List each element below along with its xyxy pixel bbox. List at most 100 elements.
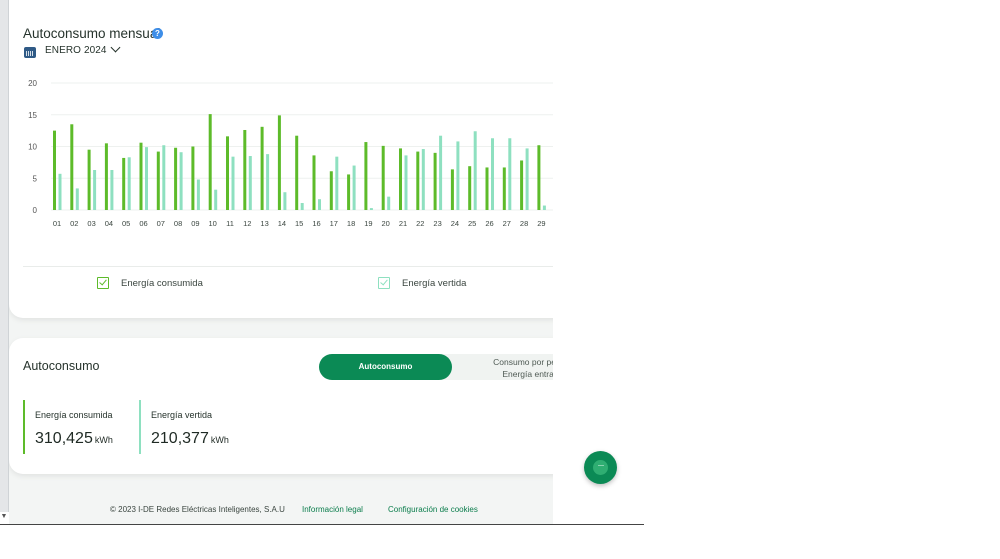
x-tick-label: 14 bbox=[278, 219, 286, 228]
stat-number: 210,377 bbox=[151, 430, 209, 447]
x-tick-label: 17 bbox=[330, 219, 338, 228]
tab-label-line1: Consumo por periodo bbox=[493, 357, 553, 367]
bar-consumed bbox=[226, 136, 229, 210]
x-tick-label: 10 bbox=[209, 219, 217, 228]
month-label: ENERO 2024 bbox=[45, 45, 107, 56]
x-tick-label: 11 bbox=[226, 219, 234, 228]
x-tick-label: 07 bbox=[157, 219, 165, 228]
bar-consumed bbox=[433, 152, 437, 210]
stat-exported: Energía vertida 210,377 kWh bbox=[139, 400, 229, 454]
bar-chart: 0510152001 02 03 04 05 06 07 08 09 10 11 12 13 14 15 16… bbox=[28, 79, 553, 228]
page-bottom-border bbox=[0, 524, 644, 525]
help-icon[interactable]: ? bbox=[152, 28, 163, 39]
bar-consumed bbox=[122, 157, 126, 210]
x-tick-label: 12 bbox=[243, 219, 251, 228]
x-tick-label: 03 bbox=[87, 219, 95, 228]
bar-consumed bbox=[260, 126, 264, 210]
legend-label-exported: Energía vertida bbox=[402, 277, 467, 289]
y-tick-label: 5 bbox=[33, 174, 38, 183]
y-tick-label: 15 bbox=[28, 111, 37, 120]
divider bbox=[23, 266, 553, 267]
bar-consumed bbox=[416, 151, 420, 210]
bar-exported bbox=[127, 157, 131, 210]
bar-exported bbox=[145, 147, 148, 210]
chat-button[interactable]: ··· bbox=[584, 451, 617, 484]
bar-consumed bbox=[364, 142, 368, 210]
stat-unit: kWh bbox=[210, 435, 229, 445]
x-tick-label: 16 bbox=[312, 219, 320, 228]
x-tick-label: 28 bbox=[520, 219, 528, 228]
legend-toggle-exported[interactable]: Energía vertida bbox=[378, 277, 466, 289]
x-tick-label: 20 bbox=[382, 219, 390, 228]
bar-consumed bbox=[312, 155, 316, 210]
y-tick-label: 10 bbox=[28, 143, 37, 152]
bar-consumed bbox=[191, 146, 195, 210]
tab-consumption-by-period[interactable]: Consumo por periodo Energía entrante bbox=[474, 356, 553, 380]
scroll-down-arrow-icon[interactable]: ▼ bbox=[0, 512, 8, 522]
bar-consumed bbox=[208, 114, 212, 210]
bar-consumed bbox=[502, 167, 506, 210]
bar-consumed bbox=[468, 166, 472, 210]
bar-consumed bbox=[87, 149, 91, 210]
bar-exported bbox=[473, 131, 477, 210]
month-selector[interactable]: ENERO 2024 bbox=[45, 42, 121, 56]
x-tick-label: 29 bbox=[537, 219, 545, 228]
checkbox-checked-icon bbox=[97, 277, 109, 289]
bar-exported bbox=[231, 156, 235, 210]
bar-exported bbox=[214, 189, 218, 210]
bar-consumed bbox=[104, 143, 108, 210]
x-tick-label: 22 bbox=[416, 219, 424, 228]
x-tick-label: 26 bbox=[485, 219, 493, 228]
x-tick-label: 27 bbox=[503, 219, 511, 228]
y-tick-label: 20 bbox=[28, 79, 37, 88]
bar-consumed bbox=[537, 145, 541, 210]
bar-exported bbox=[58, 173, 62, 210]
bar-exported bbox=[352, 165, 356, 210]
stat-number: 310,425 bbox=[35, 430, 93, 447]
bar-exported bbox=[404, 155, 408, 210]
chat-icon: ··· bbox=[593, 460, 608, 475]
x-tick-label: 25 bbox=[468, 219, 476, 228]
bar-exported bbox=[542, 205, 546, 210]
bar-exported bbox=[93, 169, 97, 210]
bar-consumed bbox=[485, 167, 489, 210]
monthly-self-consumption-card: Autoconsumo mensual ? ENERO 2024 0 5 10 15 2… bbox=[9, 0, 553, 318]
bar-exported bbox=[248, 156, 252, 210]
x-tick-label: 08 bbox=[174, 219, 182, 228]
x-tick-label: 13 bbox=[260, 219, 268, 228]
self-consumption-summary-card: Autoconsumo Autoconsumo Consumo por peri… bbox=[9, 338, 553, 474]
bar-consumed bbox=[156, 151, 160, 210]
stat-label: Energía consumida bbox=[35, 410, 113, 420]
bar-exported bbox=[456, 141, 460, 210]
bar-exported bbox=[369, 208, 373, 210]
bar-consumed bbox=[295, 135, 299, 210]
x-tick-label: 18 bbox=[347, 219, 355, 228]
browser-scrollbar-track[interactable] bbox=[0, 0, 9, 512]
bar-consumed bbox=[381, 145, 385, 210]
page-viewport: Autoconsumo mensual ? ENERO 2024 0 5 10 15 2… bbox=[9, 0, 553, 524]
card-title: Autoconsumo mensual bbox=[23, 26, 161, 41]
bar-exported bbox=[110, 169, 114, 210]
y-tick-label: 0 bbox=[33, 206, 38, 215]
bar-consumed bbox=[329, 171, 333, 210]
x-tick-label: 23 bbox=[433, 219, 441, 228]
footer-legal-link[interactable]: Información legal bbox=[302, 505, 363, 514]
bar-consumed bbox=[399, 148, 402, 210]
stat-value: 310,425 kWh bbox=[35, 430, 113, 448]
footer-cookies-link[interactable]: Configuración de cookies bbox=[388, 505, 478, 514]
bar-exported bbox=[300, 203, 304, 210]
tab-autoconsumo[interactable]: Autoconsumo bbox=[319, 354, 452, 380]
bar-consumed bbox=[450, 169, 454, 210]
bar-consumed bbox=[174, 147, 178, 210]
x-tick-label: 24 bbox=[451, 219, 459, 228]
footer-copyright: © 2023 I-DE Redes Eléctricas Inteligente… bbox=[110, 505, 285, 514]
bar-exported bbox=[266, 154, 270, 210]
x-tick-label: 01 bbox=[53, 219, 61, 228]
bar-exported bbox=[162, 145, 166, 210]
checkbox-checked-icon bbox=[378, 277, 390, 289]
stat-unit: kWh bbox=[94, 435, 113, 445]
calendar-icon bbox=[24, 47, 36, 58]
bar-consumed bbox=[243, 129, 247, 210]
bar-consumed bbox=[70, 124, 74, 210]
legend-toggle-consumed[interactable]: Energía consumida bbox=[97, 277, 203, 289]
